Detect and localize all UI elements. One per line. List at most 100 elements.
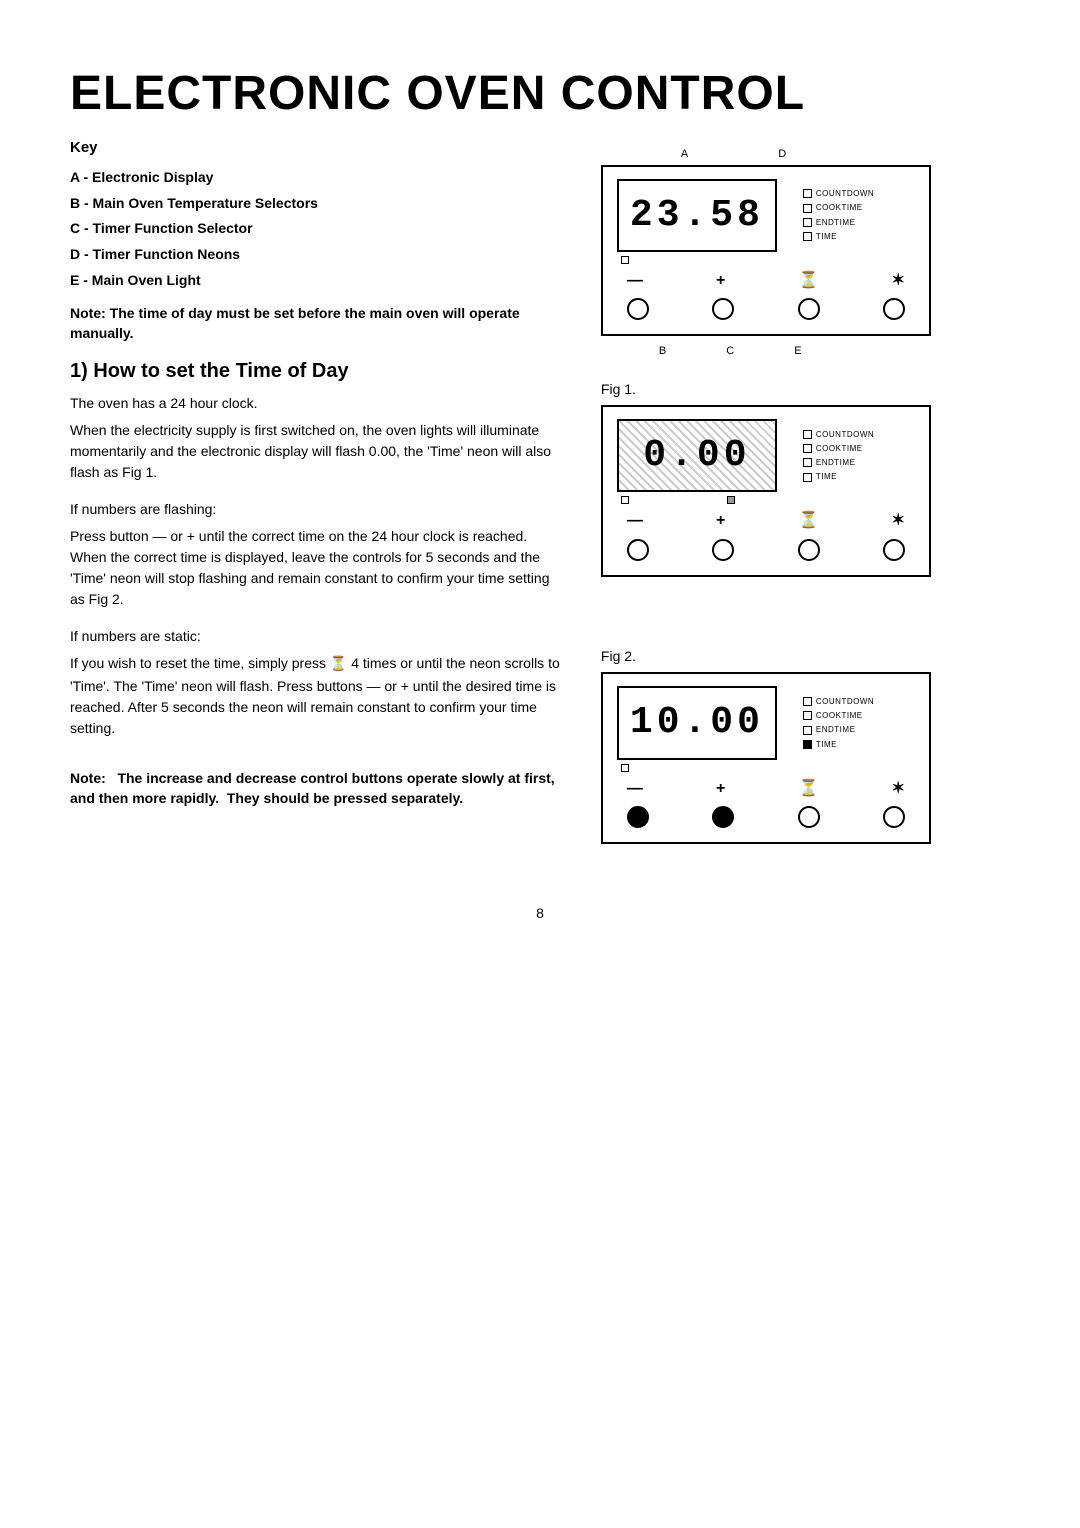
countdown-box-f2 xyxy=(803,697,812,706)
indicator-col-fig1: COUNTDOWN COOKTIME ENDTIME TIME xyxy=(803,419,883,492)
countdown-label-f1: COUNTDOWN xyxy=(816,429,874,440)
display-fig1: 0.00 xyxy=(617,419,777,492)
panel-fig1: 0.00 COUNTDOWN COOKTIME ENDTIME xyxy=(601,405,931,577)
countdown-label: COUNTDOWN xyxy=(816,188,874,199)
display-value-fig1: 0.00 xyxy=(643,429,750,482)
time-label: TIME xyxy=(816,231,837,242)
light-button-f2[interactable]: ✶ xyxy=(892,778,905,800)
indicator-col-main: COUNTDOWN COOKTIME ENDTIME TIME xyxy=(803,179,883,252)
cooktime-label-f2: COOKTIME xyxy=(816,710,863,721)
key-item-e: E - Main Oven Light xyxy=(70,271,561,291)
countdown-box xyxy=(803,189,812,198)
indicator-endtime-f2: ENDTIME xyxy=(803,724,883,735)
key-item-a: A - Electronic Display xyxy=(70,168,561,188)
timer-button-main[interactable]: ⏳ xyxy=(798,270,818,292)
body-text-1: The oven has a 24 hour clock. xyxy=(70,393,561,414)
fig2-label: Fig 2. xyxy=(601,647,1010,667)
light-button-main[interactable]: ✶ xyxy=(892,270,905,292)
sub-chk-f1-1 xyxy=(621,496,629,504)
indicator-countdown: COUNTDOWN xyxy=(803,188,883,199)
cooktime-box-f2 xyxy=(803,711,812,720)
time-label-f2: TIME xyxy=(816,739,837,750)
indicator-endtime: ENDTIME xyxy=(803,217,883,228)
circle-btn-f1-4[interactable] xyxy=(883,539,905,561)
indicator-cooktime: COOKTIME xyxy=(803,202,883,213)
endtime-box-f1 xyxy=(803,458,812,467)
page-number: 8 xyxy=(70,904,1010,924)
endtime-label-f1: ENDTIME xyxy=(816,457,856,468)
circle-btn-f2-3[interactable] xyxy=(798,806,820,828)
time-box-f1 xyxy=(803,473,812,482)
display-value-main: 23.58 xyxy=(630,189,764,242)
section1-title: 1) How to set the Time of Day xyxy=(70,357,561,385)
circle-btn-3[interactable] xyxy=(798,298,820,320)
body-text-3: If numbers are flashing: xyxy=(70,499,561,520)
page-title: ELECTRONIC OVEN CONTROL xyxy=(70,60,1010,127)
body-text-4: Press button — or + until the correct ti… xyxy=(70,526,561,610)
indicator-endtime-f1: ENDTIME xyxy=(803,457,883,468)
note1: Note: The time of day must be set before… xyxy=(70,304,561,343)
key-label: Key xyxy=(70,137,561,158)
indicator-cooktime-f2: COOKTIME xyxy=(803,710,883,721)
display-main: 23.58 xyxy=(617,179,777,252)
indicator-countdown-f2: COUNTDOWN xyxy=(803,696,883,707)
decrease-button-f2[interactable]: — xyxy=(627,778,643,800)
fig1-label: Fig 1. xyxy=(601,380,1010,400)
endtime-box xyxy=(803,218,812,227)
label-e: E xyxy=(794,344,801,359)
key-item-d: D - Timer Function Neons xyxy=(70,245,561,265)
key-item-b: B - Main Oven Temperature Selectors xyxy=(70,194,561,214)
panel-fig-main: 23.58 COUNTDOWN COOKTIME xyxy=(601,165,931,337)
key-item-c: C - Timer Function Selector xyxy=(70,219,561,239)
countdown-label-f2: COUNTDOWN xyxy=(816,696,874,707)
increase-button-f2[interactable]: + xyxy=(716,778,725,800)
circle-btn-f1-1[interactable] xyxy=(627,539,649,561)
decrease-button-f1[interactable]: — xyxy=(627,510,643,532)
label-b: B xyxy=(659,344,666,359)
time-label-f1: TIME xyxy=(816,471,837,482)
indicator-col-fig2: COUNTDOWN COOKTIME ENDTIME TIME xyxy=(803,686,883,759)
circle-btn-f2-4[interactable] xyxy=(883,806,905,828)
countdown-box-f1 xyxy=(803,430,812,439)
circle-btn-f2-2[interactable] xyxy=(712,806,734,828)
timer-button-f1[interactable]: ⏳ xyxy=(798,510,818,532)
endtime-label-f2: ENDTIME xyxy=(816,724,856,735)
panel-fig2: 10.00 COUNTDOWN COOKTIME ENDTIME xyxy=(601,672,931,844)
indicator-time: TIME xyxy=(803,231,883,242)
sub-checkbox-main xyxy=(621,256,629,264)
indicator-time-f1: TIME xyxy=(803,471,883,482)
circle-btn-f1-3[interactable] xyxy=(798,539,820,561)
indicator-cooktime-f1: COOKTIME xyxy=(803,443,883,454)
body-text-6: If you wish to reset the time, simply pr… xyxy=(70,653,561,739)
key-list: A - Electronic Display B - Main Oven Tem… xyxy=(70,168,561,290)
timer-button-f2[interactable]: ⏳ xyxy=(798,778,818,800)
circle-btn-f1-2[interactable] xyxy=(712,539,734,561)
increase-button-f1[interactable]: + xyxy=(716,510,725,532)
endtime-box-f2 xyxy=(803,726,812,735)
note2: Note: The increase and decrease control … xyxy=(70,769,561,808)
circle-btn-1[interactable] xyxy=(627,298,649,320)
circle-btn-2[interactable] xyxy=(712,298,734,320)
indicator-time-f2: TIME xyxy=(803,739,883,750)
decrease-button-main[interactable]: — xyxy=(627,270,643,292)
label-a: A xyxy=(681,147,688,162)
body-text-5: If numbers are static: xyxy=(70,626,561,647)
cooktime-box xyxy=(803,204,812,213)
label-d: D xyxy=(778,147,786,162)
indicator-countdown-f1: COUNTDOWN xyxy=(803,429,883,440)
time-box xyxy=(803,232,812,241)
body-text-2: When the electricity supply is first swi… xyxy=(70,420,561,483)
cooktime-box-f1 xyxy=(803,444,812,453)
time-box-f2 xyxy=(803,740,812,749)
cooktime-label-f1: COOKTIME xyxy=(816,443,863,454)
time-neon-f1 xyxy=(727,496,735,504)
circle-btn-4[interactable] xyxy=(883,298,905,320)
circle-btn-f2-1[interactable] xyxy=(627,806,649,828)
light-button-f1[interactable]: ✶ xyxy=(892,510,905,532)
label-c: C xyxy=(726,344,734,359)
sub-chk-f2 xyxy=(621,764,629,772)
cooktime-label: COOKTIME xyxy=(816,202,863,213)
endtime-label: ENDTIME xyxy=(816,217,856,228)
display-fig2: 10.00 xyxy=(617,686,777,759)
increase-button-main[interactable]: + xyxy=(716,270,725,292)
